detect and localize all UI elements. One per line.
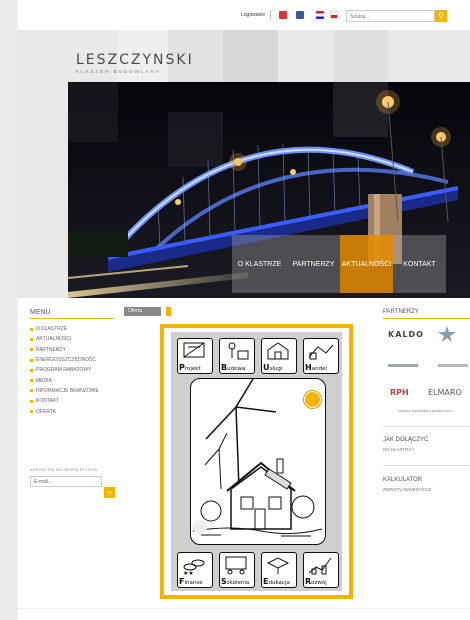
tile-label: udowa [227,366,246,372]
menu-item-aktualnosci[interactable]: AKTUALNOŚCI [30,334,99,344]
decor-square [333,30,388,82]
wind-turbine-house-illustration [192,379,323,537]
tile-uslugi[interactable]: Usługi [261,338,297,374]
facebook-icon[interactable] [296,11,304,19]
menu-item-energooszczednosc[interactable]: ENERGOOSZCZĘDNOŚĆ [30,355,99,365]
newsletter-email-input[interactable]: E-mail... [30,476,102,487]
tile-cap: H [305,363,312,372]
house-tools-icon [267,342,289,360]
tile-label: ozwój [311,580,327,586]
tile-finanse[interactable]: ★★ Finanse [177,552,213,588]
partners-title: PARTNERZY [383,309,419,315]
sun-icon[interactable] [304,391,321,408]
join-title[interactable]: JAK DOŁĄCZYĆ [383,437,428,443]
nav-partnerzy[interactable]: PARTNERZY [287,235,340,293]
svg-text:★★: ★★ [183,570,194,577]
hero-banner: LESZCZYNSKI KLASTER BUDOWLANY O KLASTRZE… [18,30,470,298]
join-subtitle[interactable]: DO KLASTRA? [383,447,414,452]
partner-logo-small-2[interactable] [438,364,468,367]
tile-szkolenia[interactable]: Szkolenia [219,552,255,588]
menu-item-o-klastrze[interactable]: O KLASTRZE [30,324,99,334]
brand-name: LESZCZYNSKI [76,52,194,68]
calculator-subtitle[interactable]: ZWROTU INWESTYCJI [383,487,431,492]
tile-label: dukacja [268,580,290,586]
tile-label: andel [311,366,327,372]
side-menu: O KLASTRZE AKTUALNOŚCI PARTNERZY ENERGOO… [30,324,99,417]
partner-logo-small-1[interactable] [388,364,418,367]
menu-item-media[interactable]: MEDIA [30,375,99,385]
offer-scene [190,378,326,545]
partner-logo-rph[interactable]: RPH [390,388,409,397]
tile-edukacja[interactable]: Edukacja [261,552,297,588]
tile-handel[interactable]: Handel [303,338,339,374]
carousel-prev-icon[interactable] [193,520,207,534]
coins-icon: ★★ [183,559,205,577]
partner-logo-kaldo[interactable]: KALDO [388,330,424,339]
footer-divider [18,608,470,609]
menu-title: MENU [30,309,51,316]
main-nav: O KLASTRZE PARTNERZY AKTUALNOŚCI KONTAKT [232,235,446,293]
menu-item-partnerzy[interactable]: PARTNERZY [30,345,99,355]
tile-label: inanse [184,580,203,586]
flag-pl-icon[interactable] [330,11,338,19]
menu-item-kontakt[interactable]: KONTAKT [30,396,99,406]
partner-logo-elmaro[interactable]: ELMARO [428,388,462,397]
tile-label: rojekt [184,366,201,372]
trade-icon [308,344,334,360]
offer-tab-accent [166,307,171,316]
search-input[interactable]: Szukaj... [346,10,435,22]
nav-o-klastrze[interactable]: O KLASTRZE [232,235,287,293]
tile-rozwoj[interactable]: Rozwój [303,552,339,588]
brand-tagline: KLASTER BUDOWLANY [76,69,161,74]
drawing-tools-icon [183,342,205,358]
tile-label: zkolenia [226,580,250,586]
partners-divider [383,318,470,319]
education-icon [266,557,290,574]
menu-item-oferta[interactable]: OFERTA [30,406,99,416]
divider [270,10,271,20]
pdf-icon[interactable] [279,11,287,19]
section-divider [383,426,470,427]
page: Logowanie Szukaj... ⚲ LESZCZYNSKI KLASTE… [18,0,470,620]
construction-worker-icon [228,342,249,360]
offer-board: Projekt Budowa Usługi Handel ★★ Finanse … [160,324,353,599]
login-link[interactable]: Logowanie [241,12,265,18]
calculator-title[interactable]: KALKULATOR [383,477,422,483]
brand-logo[interactable]: LESZCZYNSKI KLASTER BUDOWLANY [76,52,194,74]
newsletter-submit-button[interactable]: OK [104,487,115,498]
newsletter-label: ZAPISZ SIĘ DO NEWSLETTERA [30,467,98,472]
partner-mark-icon [438,326,456,342]
tile-projekt[interactable]: Projekt [177,338,213,374]
partner-logo-star[interactable] [436,324,458,344]
nav-kontakt[interactable]: KONTAKT [393,235,446,293]
tile-budowa[interactable]: Budowa [219,338,255,374]
menu-divider [30,318,114,319]
section-divider [383,465,470,466]
see-all-partners-link[interactable]: zobacz wszystkich partnerów » [398,408,453,413]
training-icon [225,556,247,575]
menu-item-informacje-branzowe[interactable]: INFORMACJE BRANŻOWE [30,386,99,396]
offer-tab[interactable]: Oferta [124,307,161,316]
decor-square [223,30,278,82]
top-bar: Logowanie Szukaj... ⚲ [18,0,470,30]
tile-label: sługi [269,366,283,372]
offer-board-inner: Projekt Budowa Usługi Handel ★★ Finanse … [171,332,342,591]
nav-aktualnosci[interactable]: AKTUALNOŚCI [340,235,393,293]
menu-item-program-rabatowy[interactable]: PROGRAM RABATOWY [30,365,99,375]
growth-chart-icon [308,557,332,575]
flag-en-icon[interactable] [316,11,324,19]
search-icon[interactable]: ⚲ [435,10,447,22]
